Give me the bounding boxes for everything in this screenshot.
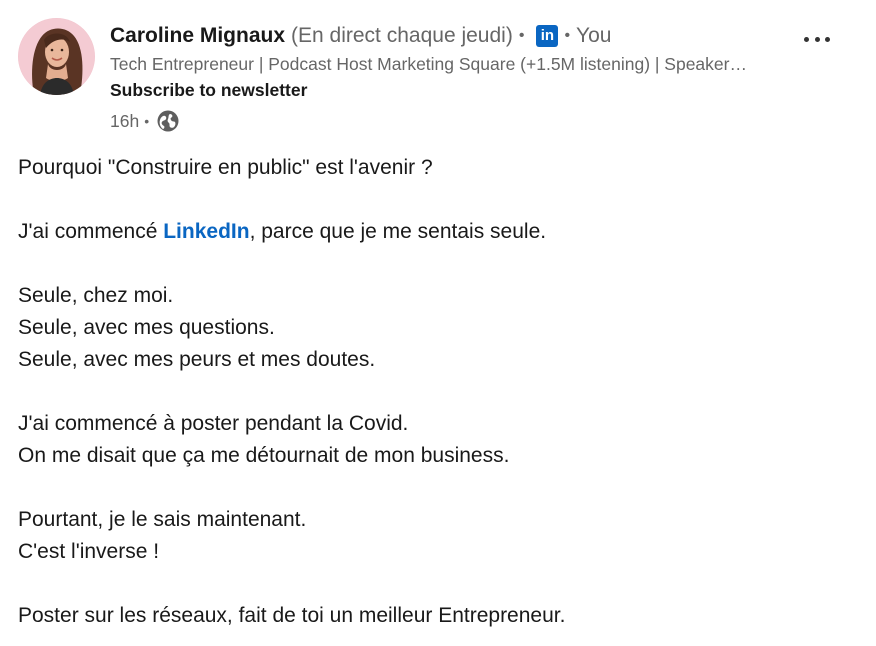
author-avatar[interactable] xyxy=(18,18,95,95)
post-line: On me disait que ça me détournait de mon… xyxy=(18,444,510,467)
more-horizontal-icon xyxy=(825,36,830,42)
separator-dot: • xyxy=(518,27,525,44)
post-time: 16h xyxy=(110,111,140,131)
connection-degree: You xyxy=(576,24,612,47)
post-timestamp-line: 16h • xyxy=(110,109,179,133)
post-line: C'est l'inverse ! xyxy=(18,540,160,563)
author-headline: Tech Entrepreneur | Podcast Host Marketi… xyxy=(110,54,747,74)
post-line: Pourtant, je le sais maintenant. xyxy=(18,508,307,531)
post-text: , parce que je me sentais seule. xyxy=(249,220,547,243)
author-name-line: Caroline Mignaux (En direct chaque jeudi… xyxy=(110,22,611,50)
post-line: Seule, chez moi. xyxy=(18,284,174,307)
globe-icon xyxy=(157,110,179,132)
post-body: Pourquoi "Construire en public" est l'av… xyxy=(18,152,858,632)
more-horizontal-icon xyxy=(814,36,820,42)
post-line: Seule, avec mes questions. xyxy=(18,316,275,339)
linkedin-icon: in xyxy=(536,25,559,47)
post-line: Poster sur les réseaux, fait de toi un m… xyxy=(18,604,566,627)
post-line: Seule, avec mes peurs et mes doutes. xyxy=(18,348,376,371)
feed-post: Caroline Mignaux (En direct chaque jeudi… xyxy=(0,0,876,646)
post-text: J'ai commencé xyxy=(18,220,164,243)
separator-dot: • xyxy=(144,113,150,129)
author-name[interactable]: Caroline Mignaux xyxy=(110,22,285,50)
post-header: Caroline Mignaux (En direct chaque jeudi… xyxy=(18,18,858,138)
separator-dot: • xyxy=(564,27,571,44)
post-line: J'ai commencé à poster pendant la Covid. xyxy=(18,412,409,435)
more-options-button[interactable] xyxy=(804,32,830,46)
avatar-photo xyxy=(18,18,95,95)
post-line: J'ai commencé LinkedIn, parce que je me … xyxy=(18,216,858,248)
more-horizontal-icon xyxy=(804,36,809,42)
linkedin-mention-link[interactable]: LinkedIn xyxy=(163,220,249,243)
post-line: Pourquoi "Construire en public" est l'av… xyxy=(18,156,433,179)
author-name-extra: (En direct chaque jeudi) xyxy=(291,24,513,47)
subscribe-newsletter-button[interactable]: Subscribe to newsletter xyxy=(110,78,307,102)
